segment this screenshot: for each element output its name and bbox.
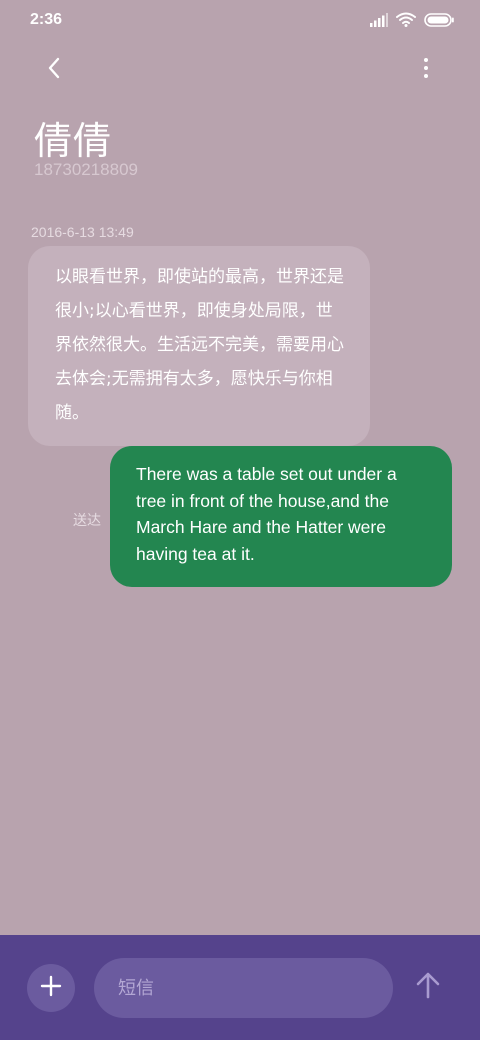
arrow-up-icon	[416, 971, 440, 1003]
chevron-left-icon	[47, 57, 61, 83]
signal-icon	[370, 12, 388, 27]
message-timestamp: 2016-6-13 13:49	[31, 224, 134, 240]
wifi-icon	[396, 12, 416, 27]
delivery-status: 送达	[73, 513, 101, 529]
more-options-button[interactable]	[408, 52, 444, 88]
outgoing-message-bubble[interactable]: There was a table set out under a tree i…	[110, 446, 452, 587]
sms-input[interactable]	[94, 958, 393, 1018]
composer-bar	[0, 935, 480, 1040]
status-bar: 2:36	[0, 0, 480, 42]
status-time: 2:36	[30, 11, 63, 28]
contact-name: 倩倩	[34, 119, 113, 163]
contact-number: 18730218809	[34, 160, 139, 179]
more-vertical-icon	[423, 57, 429, 83]
add-attachment-button[interactable]	[27, 964, 75, 1012]
conversation-header: 倩倩 18730218809	[0, 42, 480, 222]
status-icons	[370, 12, 454, 27]
battery-icon	[424, 12, 454, 27]
incoming-message-bubble[interactable]: 以眼看世界，即使站的最高，世界还是很小;以心看世界，即使身处局限，世界依然很大。…	[28, 246, 370, 446]
back-button[interactable]	[36, 52, 72, 88]
send-button[interactable]	[412, 971, 444, 1003]
plus-icon	[40, 975, 62, 1001]
